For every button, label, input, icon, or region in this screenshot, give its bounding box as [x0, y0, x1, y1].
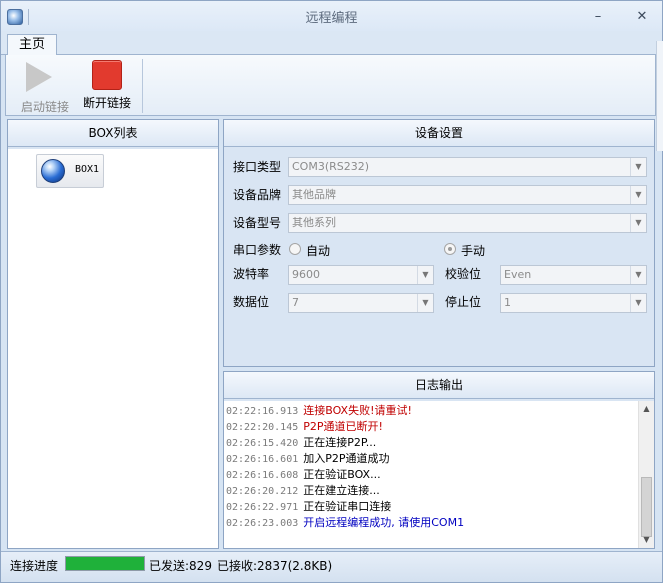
box-list-title: BOX列表 — [8, 120, 218, 147]
title-bar: 远程编程 – ✕ — [1, 1, 662, 31]
disconnect-button[interactable]: 断开链接 — [76, 60, 138, 112]
baud-select[interactable]: 9600 ▼ — [288, 265, 434, 285]
serial-params-label: 串口参数 — [233, 243, 282, 257]
log-time: 02:26:16.608 — [226, 470, 299, 481]
log-line: 02:26:23.003 开启远程编程成功, 请使用COM1 — [226, 515, 464, 531]
stop-icon — [92, 60, 122, 90]
device-settings-title: 设备设置 — [224, 120, 654, 147]
progress-label: 连接进度 — [10, 559, 59, 573]
log-time: 02:26:22.971 — [226, 502, 299, 513]
port-type-value: COM3(RS232) — [292, 160, 370, 173]
port-type-label: 接口类型 — [233, 160, 282, 174]
chevron-down-icon: ▼ — [417, 294, 433, 312]
window-title: 远程编程 — [305, 11, 358, 26]
ribbon-separator — [142, 59, 143, 113]
disconnect-label: 断开链接 — [82, 96, 131, 110]
model-label: 设备型号 — [233, 216, 282, 230]
ribbon-toolbar: 启动链接 断开链接 — [5, 55, 656, 116]
databits-value: 7 — [292, 296, 299, 309]
chevron-down-icon: ▼ — [417, 266, 433, 284]
brand-select[interactable]: 其他品牌 ▼ — [288, 185, 647, 205]
log-time: 02:26:15.420 — [226, 438, 299, 449]
connection-progress-bar — [65, 556, 145, 571]
log-message: 连接BOX失败!请重试! — [303, 404, 412, 417]
log-message: 正在验证串口连接 — [303, 500, 392, 513]
log-time: 02:22:16.913 — [226, 406, 299, 417]
baud-label: 波特率 — [233, 267, 270, 281]
close-button[interactable]: ✕ — [631, 9, 653, 25]
model-select[interactable]: 其他系列 ▼ — [288, 213, 647, 233]
log-line: 02:26:16.608 正在验证BOX... — [226, 467, 381, 483]
model-value: 其他系列 — [292, 216, 336, 229]
sent-count: 已发送:829 — [149, 559, 212, 573]
globe-icon — [41, 159, 65, 183]
log-message: P2P通道已断开! — [303, 420, 383, 433]
databits-label: 数据位 — [233, 295, 270, 309]
log-line: 02:26:16.601 加入P2P通道成功 — [226, 451, 390, 467]
brand-value: 其他品牌 — [292, 188, 336, 201]
log-output-panel: 日志输出 02:22:16.913 连接BOX失败!请重试! 02:22:20.1… — [223, 371, 655, 549]
scroll-thumb[interactable] — [641, 477, 652, 537]
box-item-label: BOX1 — [75, 164, 100, 175]
start-link-label: 启动链接 — [20, 100, 69, 114]
log-line: 02:26:15.420 正在连接P2P... — [226, 435, 376, 451]
stopbits-select[interactable]: 1 ▼ — [500, 293, 647, 313]
device-settings-panel: 设备设置 接口类型 COM3(RS232) ▼ 设备品牌 其他品牌 ▼ 设备型号… — [223, 119, 655, 367]
log-scrollbar[interactable]: ▲ ▼ — [638, 401, 654, 548]
status-bar: 连接进度 已发送:829 已接收:2837(2.8KB) — [1, 551, 662, 582]
log-time: 02:26:20.212 — [226, 486, 299, 497]
chevron-down-icon: ▼ — [630, 294, 646, 312]
manual-radio-label: 手动 — [461, 244, 486, 258]
scroll-up-icon[interactable]: ▲ — [639, 401, 654, 417]
box-list-body: BOX1 — [8, 149, 218, 548]
scroll-down-icon[interactable]: ▼ — [639, 532, 654, 548]
manual-radio[interactable] — [444, 243, 456, 255]
log-line: 02:22:16.913 连接BOX失败!请重试! — [226, 403, 412, 419]
tab-home[interactable]: 主页 — [7, 34, 57, 56]
databits-select[interactable]: 7 ▼ — [288, 293, 434, 313]
parity-value: Even — [504, 268, 532, 281]
log-line: 02:26:20.212 正在建立连接... — [226, 483, 380, 499]
main-window: 远程编程 – ✕ 主页 启动链接 断开链接 BOX列表 BOX1 设备设置 接口… — [0, 0, 663, 583]
log-time: 02:26:23.003 — [226, 518, 299, 529]
log-message: 正在验证BOX... — [303, 468, 381, 481]
log-line: 02:26:22.971 正在验证串口连接 — [226, 499, 391, 515]
port-type-select[interactable]: COM3(RS232) ▼ — [288, 157, 647, 177]
box-item[interactable]: BOX1 — [36, 154, 104, 188]
box-list-panel: BOX列表 BOX1 — [7, 119, 219, 549]
progress-fill — [66, 557, 144, 570]
play-icon — [26, 62, 52, 92]
log-output-title: 日志输出 — [224, 372, 654, 399]
start-link-button[interactable]: 启动链接 — [14, 60, 76, 114]
received-count: 已接收:2837(2.8KB) — [217, 559, 333, 573]
stopbits-label: 停止位 — [445, 295, 482, 309]
chevron-down-icon: ▼ — [630, 158, 646, 176]
log-message: 正在建立连接... — [303, 484, 380, 497]
brand-label: 设备品牌 — [233, 188, 282, 202]
log-line: 02:22:20.145 P2P通道已断开! — [226, 419, 383, 435]
auto-radio-label: 自动 — [306, 244, 331, 258]
parity-label: 校验位 — [445, 267, 482, 281]
ribbon-tabs: 主页 — [1, 31, 662, 56]
chevron-down-icon: ▼ — [630, 186, 646, 204]
stopbits-value: 1 — [504, 296, 511, 309]
parity-select[interactable]: Even ▼ — [500, 265, 647, 285]
log-time: 02:22:20.145 — [226, 422, 299, 433]
chevron-down-icon: ▼ — [630, 266, 646, 284]
minimize-button[interactable]: – — [587, 9, 609, 25]
log-message: 加入P2P通道成功 — [303, 452, 390, 465]
auto-radio[interactable] — [289, 243, 301, 255]
log-time: 02:26:16.601 — [226, 454, 299, 465]
baud-value: 9600 — [292, 268, 320, 281]
chevron-down-icon: ▼ — [630, 214, 646, 232]
log-message: 正在连接P2P... — [303, 436, 377, 449]
log-output-body[interactable]: 02:22:16.913 连接BOX失败!请重试! 02:22:20.145 P2P… — [224, 401, 654, 548]
background-window-edge — [656, 41, 663, 151]
log-message: 开启远程编程成功, 请使用COM1 — [303, 516, 465, 529]
